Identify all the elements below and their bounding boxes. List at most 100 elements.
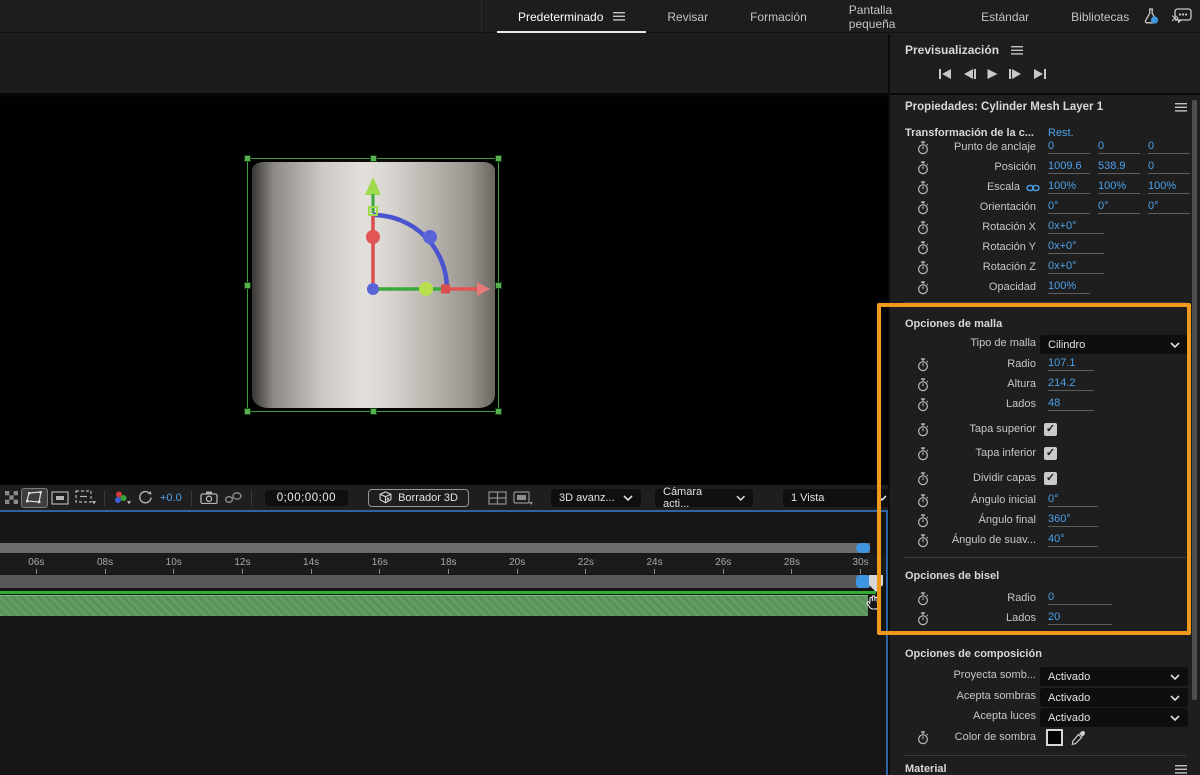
timeline-scrollbar-handle[interactable] [856,543,870,553]
properties-panel-menu-icon[interactable] [1175,103,1187,112]
work-area-bar[interactable] [0,575,870,588]
material-menu-icon[interactable] [1175,765,1187,774]
value-field[interactable]: 0 [1048,140,1090,154]
value-field[interactable]: 538.9 [1098,160,1140,174]
link-dimensions-icon[interactable] [1026,184,1040,192]
next-frame-button[interactable] [1008,68,1023,80]
rotation-arc-dot[interactable] [423,230,437,244]
value-field[interactable]: 0 [1098,140,1140,154]
mesh-type-dropdown[interactable]: Cilindro [1040,335,1188,354]
view-count-dropdown[interactable]: 1 Vista [783,488,895,507]
draft-3d-button[interactable]: Borrador 3D [368,488,469,507]
workspace-tab-predeterminado[interactable]: Predeterminado [497,0,647,33]
last-frame-button[interactable] [1032,68,1047,80]
channel-rgb-icon[interactable] [110,488,135,508]
workspace-tab-formacion[interactable]: Formación [729,0,828,33]
value-field[interactable]: 0x+0° [1048,260,1104,274]
value-field[interactable]: 0 [1048,591,1112,605]
split-layers-checkbox[interactable] [1044,472,1057,485]
workspace-tab-bibliotecas[interactable]: Bibliotecas [1050,0,1150,33]
bevel-section-header[interactable]: Opciones de bisel [905,570,999,582]
chevron-down-icon [736,495,745,501]
section-separator [904,755,1186,756]
red-axis-dot[interactable] [366,230,380,244]
first-frame-button[interactable] [938,68,953,80]
properties-scrollbar[interactable] [1192,100,1197,700]
panel-divider [890,93,1200,95]
value-field[interactable]: 0 [1148,140,1190,154]
workspace-tab-estandar[interactable]: Estándar [960,0,1050,33]
3d-transform-gizmo[interactable] [0,97,888,485]
value-field[interactable]: 0° [1098,200,1140,214]
value-field[interactable]: 107.1 [1048,357,1094,371]
composition-viewport[interactable] [0,97,888,485]
material-section-header[interactable]: Material [905,763,947,775]
workspace-menu-icon[interactable] [613,12,625,21]
value-field[interactable]: 48 [1048,397,1094,411]
timeline-panel[interactable]: 06s 08s 10s 12s 14s 16s 18s 20s 22s 24s … [0,510,888,775]
value-field[interactable]: 214.2 [1048,377,1094,391]
value-field[interactable]: 20 [1048,611,1112,625]
value-field[interactable]: 360° [1048,513,1098,527]
timeline-zoom-scrollbar[interactable] [0,543,870,553]
value-field[interactable]: 100% [1148,180,1190,194]
previous-frame-button[interactable] [962,68,977,80]
workspace-tab-revisar[interactable]: Revisar [646,0,729,33]
accepts-lights-dropdown[interactable]: Activado [1040,708,1188,727]
snapshot-camera-icon[interactable] [197,488,221,508]
playback-controls [938,68,1047,80]
accepts-shadows-dropdown[interactable]: Activado [1040,688,1188,707]
bottom-cap-checkbox[interactable] [1044,447,1057,460]
value-field[interactable]: 100% [1048,280,1090,294]
renderer-dropdown[interactable]: 3D avanz... [551,488,641,507]
value-field[interactable]: 1009.6 [1048,160,1090,174]
shadow-color-swatch[interactable] [1046,729,1063,746]
value-field[interactable]: 100% [1048,180,1090,194]
y-axis-arrow[interactable] [365,177,381,195]
mask-visibility-icon[interactable] [21,487,48,508]
mesh-section-header[interactable]: Opciones de malla [905,318,1002,330]
work-area-marker[interactable] [869,575,883,592]
region-of-interest-icon[interactable] [48,488,72,508]
pixel-aspect-icon[interactable] [510,488,537,508]
value-field[interactable]: 100% [1098,180,1140,194]
workspace-tab-pantalla-pequena[interactable]: Pantalla pequeña [828,0,960,33]
preview-panel-menu-icon[interactable] [1011,46,1023,55]
top-cap-checkbox[interactable] [1044,423,1057,436]
exposure-icon[interactable] [135,488,156,508]
crop-region-icon[interactable] [72,488,99,508]
gizmo-origin-dot[interactable] [367,283,379,295]
beta-flask-icon[interactable] [1142,7,1160,25]
reset-transform-link[interactable]: Rest. [1048,127,1074,139]
property-row-orientation: Orientación 0° 0° 0° [890,199,1200,217]
green-axis-dot[interactable] [419,282,433,296]
value-field[interactable]: 0 [1148,160,1190,174]
show-snapshot-icon[interactable] [221,488,246,508]
value-field[interactable]: 0° [1048,493,1098,507]
layer-duration-bar[interactable] [0,595,868,616]
timecode-display[interactable]: 0;00;00;00 [264,489,349,506]
camera-dropdown[interactable]: Cámara acti... [655,486,753,510]
feedback-chat-icon[interactable] [1174,8,1192,24]
rotation-arc[interactable] [372,212,450,290]
property-row-height: Altura 214.2 [890,376,1200,394]
exposure-value[interactable]: +0.0 [160,492,182,504]
transparency-grid-icon[interactable] [2,488,21,508]
value-field[interactable]: 0° [1148,200,1190,214]
eyedropper-icon[interactable] [1071,730,1086,745]
value-field[interactable]: 0° [1048,200,1090,214]
time-ruler[interactable]: 06s 08s 10s 12s 14s 16s 18s 20s 22s 24s … [0,554,886,574]
cube-lightning-icon [379,491,392,504]
view-layout-icon[interactable] [485,488,510,508]
play-button[interactable] [986,68,999,80]
x-axis-arrow[interactable] [477,282,490,296]
work-area-end-handle[interactable] [856,575,870,588]
value-field[interactable]: 0x+0° [1048,220,1104,234]
value-field[interactable]: 0x+0° [1048,240,1104,254]
composition-options-header[interactable]: Opciones de composición [905,648,1042,660]
casts-shadows-dropdown[interactable]: Activado [1040,667,1188,686]
transform-section-header[interactable]: Transformación de la c... [905,127,1034,139]
x-scale-handle[interactable] [441,284,450,294]
property-row-rotation-y: Rotación Y 0x+0° [890,239,1200,257]
value-field[interactable]: 40° [1048,533,1098,547]
